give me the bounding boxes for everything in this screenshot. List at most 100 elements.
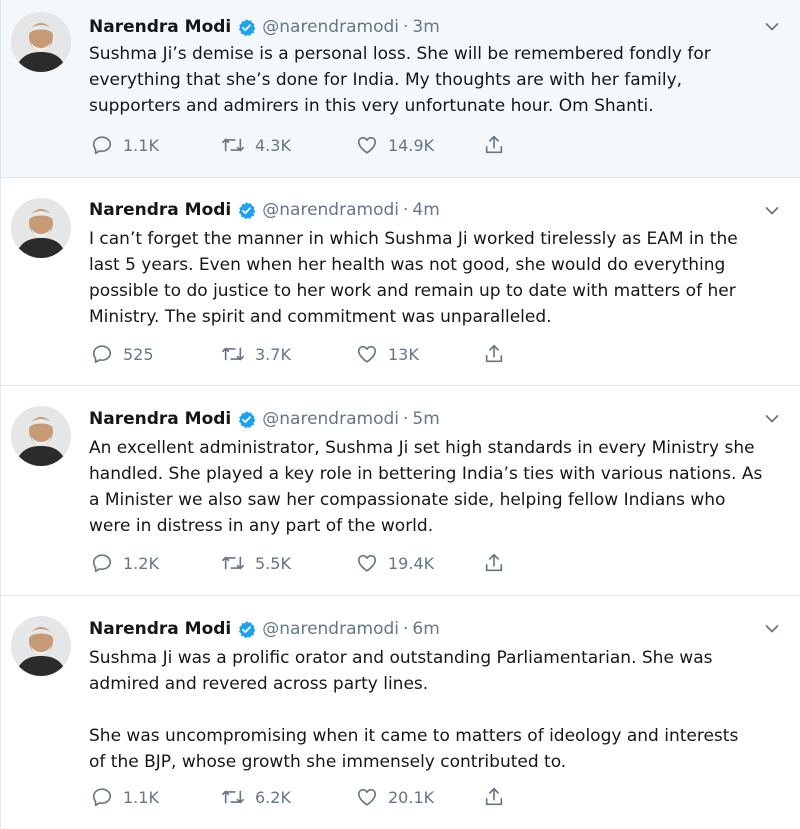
like-icon: [357, 136, 377, 154]
like-button[interactable]: 19.4K: [356, 551, 434, 575]
retweet-count: 4.3K: [255, 135, 291, 155]
share-icon: [485, 344, 503, 363]
tweet-text-line: I can’t forget the manner in which Sushm…: [89, 229, 738, 249]
tweet-text: An excellent administrator, Sushma Ji se…: [89, 435, 779, 539]
chevron-down-icon[interactable]: [765, 206, 779, 216]
like-count: 13K: [388, 344, 419, 364]
tweet-text: Sushma Ji was a prolific orator and outs…: [89, 645, 779, 775]
separator-dot: ·: [402, 200, 409, 220]
tweet-header: Narendra Modi @narendramodi · 5m: [89, 406, 440, 432]
tweet-text-line: Ministry. The spirit and commitment was …: [89, 307, 552, 327]
retweet-button[interactable]: 3.7K: [221, 342, 291, 366]
timestamp[interactable]: 4m: [412, 200, 439, 220]
tweet-header: Narendra Modi @narendramodi · 6m: [89, 616, 440, 642]
retweet-count: 5.5K: [255, 553, 291, 573]
tweet-text-line: An excellent administrator, Sushma Ji se…: [89, 438, 755, 458]
tweet-text-line: were in distress in any part of the worl…: [89, 516, 434, 536]
retweet-button[interactable]: 5.5K: [221, 551, 291, 575]
author-handle[interactable]: @narendramodi: [262, 200, 399, 220]
like-button[interactable]: 13K: [356, 342, 419, 366]
like-count: 14.9K: [388, 135, 435, 155]
verified-badge-icon: [239, 620, 256, 638]
tweet-text-line: handled. She played a key role in better…: [89, 464, 763, 484]
share-button[interactable]: [483, 785, 515, 809]
reply-count: 1.2K: [123, 553, 159, 573]
verified-badge-icon: [239, 18, 256, 36]
tweet-text-line: admired and revered across party lines.: [89, 674, 429, 694]
separator-dot: ·: [402, 17, 409, 37]
tweet[interactable]: Narendra Modi @narendramodi · 4m I can’t…: [1, 178, 800, 386]
tweet-actions: 1.1K 4.3K 14.9K: [91, 133, 611, 157]
avatar[interactable]: [11, 406, 71, 466]
author-name[interactable]: Narendra Modi: [89, 200, 231, 220]
tweet-text: Sushma Ji’s demise is a personal loss. S…: [89, 41, 779, 119]
tweet-feed: Narendra Modi @narendramodi · 3m Sushma …: [0, 0, 800, 829]
share-icon: [485, 553, 503, 572]
reply-button[interactable]: 1.1K: [91, 785, 159, 809]
separator-dot: ·: [402, 619, 409, 639]
like-count: 19.4K: [388, 553, 435, 573]
reply-button[interactable]: 1.1K: [91, 133, 159, 157]
share-button[interactable]: [483, 342, 515, 366]
avatar[interactable]: [11, 616, 71, 676]
timestamp[interactable]: 5m: [412, 409, 439, 429]
reply-icon: [92, 554, 112, 573]
reply-count: 1.1K: [123, 787, 159, 807]
reply-icon: [92, 136, 112, 155]
tweet-text: I can’t forget the manner in which Sushm…: [89, 226, 779, 330]
author-name[interactable]: Narendra Modi: [89, 619, 231, 639]
author-handle[interactable]: @narendramodi: [262, 17, 399, 37]
chevron-down-icon[interactable]: [765, 414, 779, 424]
verified-badge-icon: [239, 410, 256, 428]
timestamp[interactable]: 6m: [412, 619, 439, 639]
tweet-header: Narendra Modi @narendramodi · 3m: [89, 14, 440, 40]
retweet-button[interactable]: 4.3K: [221, 133, 291, 157]
tweet-text-line: Sushma Ji was a prolific orator and outs…: [89, 648, 713, 668]
tweet[interactable]: Narendra Modi @narendramodi · 3m Sushma …: [1, 0, 800, 178]
like-icon: [357, 788, 377, 806]
like-button[interactable]: 20.1K: [356, 785, 434, 809]
tweet-text-line: last 5 years. Even when her health was n…: [89, 255, 726, 275]
reply-button[interactable]: 1.2K: [91, 551, 159, 575]
reply-count: 1.1K: [123, 135, 159, 155]
retweet-count: 3.7K: [255, 344, 291, 364]
tweet-text-line: possible to do justice to her work and r…: [89, 281, 736, 301]
tweet-text-line: She was uncompromising when it came to m…: [89, 726, 739, 746]
like-button[interactable]: 14.9K: [356, 133, 434, 157]
retweet-icon: [222, 790, 244, 804]
tweet-text-line: a Minister we also saw her compassionate…: [89, 490, 726, 510]
timestamp[interactable]: 3m: [412, 17, 439, 37]
retweet-icon: [222, 347, 244, 361]
author-handle[interactable]: @narendramodi: [262, 409, 399, 429]
avatar[interactable]: [11, 198, 71, 258]
tweet-actions: 1.1K 6.2K 20.1K: [91, 785, 611, 809]
reply-icon: [92, 345, 112, 364]
share-button[interactable]: [483, 551, 515, 575]
tweet-text-line: Sushma Ji’s demise is a personal loss. S…: [89, 44, 711, 64]
retweet-icon: [222, 138, 244, 152]
tweet-text-line: of the BJP, whose growth she immensely c…: [89, 752, 567, 772]
like-count: 20.1K: [388, 787, 435, 807]
like-icon: [357, 345, 377, 363]
tweet[interactable]: Narendra Modi @narendramodi · 6m Sushma …: [1, 596, 800, 829]
tweet-header: Narendra Modi @narendramodi · 4m: [89, 197, 440, 223]
author-name[interactable]: Narendra Modi: [89, 17, 231, 37]
reply-button[interactable]: 525: [91, 342, 154, 366]
separator-dot: ·: [402, 409, 409, 429]
tweet[interactable]: Narendra Modi @narendramodi · 5m An exce…: [1, 386, 800, 596]
retweet-icon: [222, 556, 244, 570]
retweet-count: 6.2K: [255, 787, 291, 807]
share-button[interactable]: [483, 133, 515, 157]
tweet-text-line: supporters and admirers in this very unf…: [89, 96, 654, 116]
chevron-down-icon[interactable]: [765, 22, 779, 32]
reply-icon: [92, 788, 112, 807]
share-icon: [485, 135, 503, 154]
author-handle[interactable]: @narendramodi: [262, 619, 399, 639]
tweet-actions: 525 3.7K 13K: [91, 342, 611, 366]
chevron-down-icon[interactable]: [765, 624, 779, 634]
avatar[interactable]: [11, 12, 71, 72]
tweet-text-line: everything that she’s done for India. My…: [89, 70, 683, 90]
like-icon: [357, 554, 377, 572]
author-name[interactable]: Narendra Modi: [89, 409, 231, 429]
retweet-button[interactable]: 6.2K: [221, 785, 291, 809]
